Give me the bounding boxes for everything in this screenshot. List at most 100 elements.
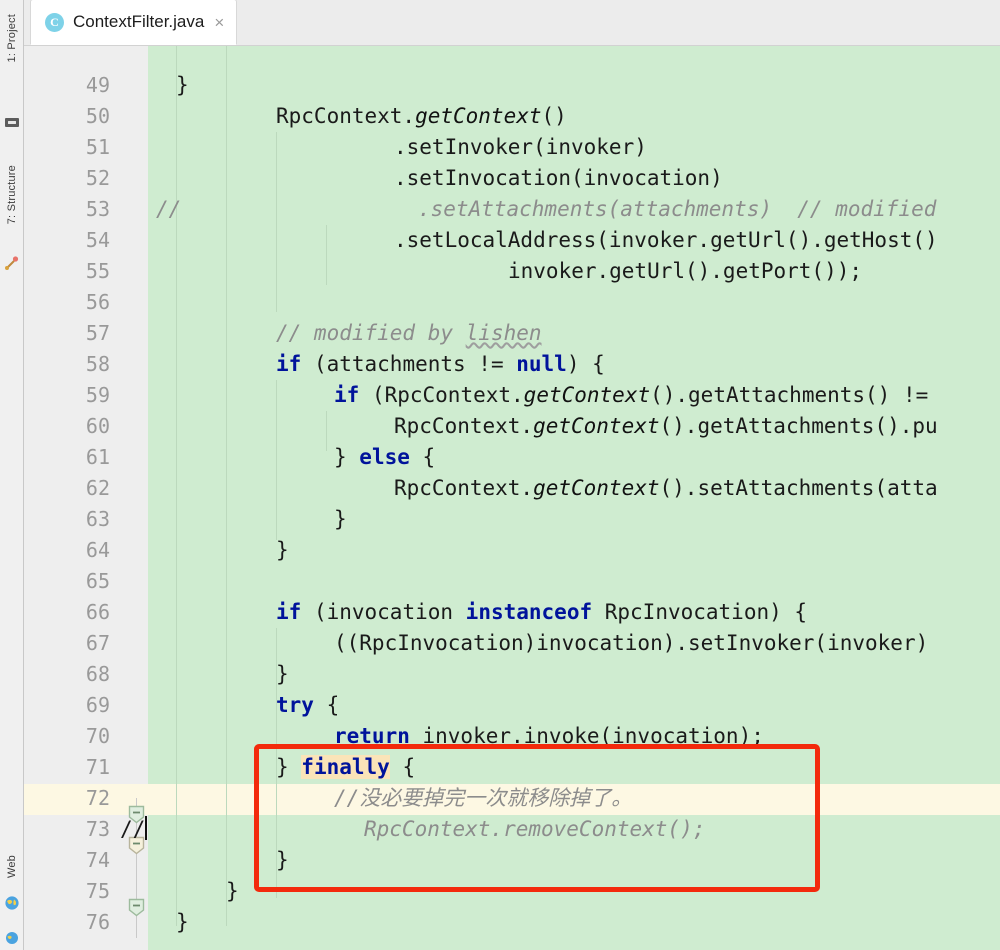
line-number: 64 (85, 538, 110, 562)
web-globe-icon (0, 892, 24, 914)
code-text-area[interactable]: } RpcContext.getContext() .setInvoker(in… (148, 46, 1000, 950)
sidebar-item-structure-label: 7: Structure (6, 165, 18, 225)
line-number: 60 (85, 414, 110, 438)
code-line[interactable]: } (276, 659, 289, 690)
code-line-commented-call[interactable]: RpcContext.removeContext(); (364, 814, 705, 845)
method-name: getContext (523, 383, 651, 407)
line-number: 74 (85, 848, 110, 872)
line-number: 76 (85, 910, 110, 934)
code-line[interactable]: .setInvocation(invocation) (394, 163, 723, 194)
java-class-icon: C (45, 12, 64, 32)
code-line[interactable]: if (attachments != null) { (276, 349, 605, 380)
line-number: 49 (85, 73, 110, 97)
ide-window: 1: Project 7: Structure Web C ContextFil… (0, 0, 1000, 950)
code-line[interactable]: ((RpcInvocation)invocation).setInvoker(i… (334, 628, 928, 659)
tab-title: ContextFilter.java (73, 12, 205, 31)
sidebar-item-web[interactable]: Web (0, 846, 24, 888)
line-number: 55 (85, 259, 110, 283)
line-number: 73 (85, 817, 110, 841)
indent-guide (226, 46, 227, 926)
line-number: 54 (85, 228, 110, 252)
code-line[interactable]: if (RpcContext.getContext().getAttachmen… (334, 380, 928, 411)
line-number: 71 (85, 755, 110, 779)
keyword-if: if (276, 600, 302, 624)
left-tool-window-bar: 1: Project 7: Structure Web (0, 0, 24, 950)
line-number: 63 (85, 507, 110, 531)
code-line[interactable]: } (276, 535, 289, 566)
code-line[interactable]: } else { (334, 442, 435, 473)
line-number: 70 (85, 724, 110, 748)
keyword-if: if (276, 352, 302, 376)
line-number: 51 (85, 135, 110, 159)
keyword-null: null (516, 352, 567, 376)
keyword-else: else (359, 445, 410, 469)
method-name: getContext (533, 414, 660, 438)
code-line-comment[interactable]: // (156, 194, 181, 225)
code-line[interactable]: RpcContext.getContext().getAttachments()… (394, 411, 938, 442)
sidebar-item-project-label: 1: Project (6, 13, 18, 63)
code-line[interactable]: } (176, 907, 189, 938)
indent-guide (326, 225, 327, 285)
fold-collapse-icon[interactable] (128, 898, 145, 917)
editor-column: C ContextFilter.java × 49 50 51 52 53 54… (24, 0, 1000, 950)
line-number: 75 (85, 879, 110, 903)
sidebar-item-project[interactable]: 1: Project (0, 2, 24, 74)
code-line[interactable]: } (276, 845, 289, 876)
code-line[interactable]: try { (276, 690, 339, 721)
keyword-try: try (276, 693, 314, 717)
line-number: 59 (85, 383, 110, 407)
line-number: 72 (85, 786, 110, 810)
code-line[interactable]: RpcContext.getContext() (276, 101, 567, 132)
code-line[interactable]: .setInvoker(invoker) (394, 132, 647, 163)
line-number: 69 (85, 693, 110, 717)
code-line[interactable]: return invoker.invoke(invocation); (334, 721, 764, 752)
method-name: getContext (415, 104, 542, 128)
line-number: 68 (85, 662, 110, 686)
code-line[interactable]: } finally { (276, 752, 415, 783)
code-editor[interactable]: 49 50 51 52 53 54 55 56 57 58 59 60 61 6… (24, 46, 1000, 950)
line-number-gutter: 49 50 51 52 53 54 55 56 57 58 59 60 61 6… (24, 46, 124, 950)
structure-icon (0, 252, 24, 274)
code-line[interactable]: RpcContext.getContext().setAttachments(a… (394, 473, 938, 504)
line-number: 61 (85, 445, 110, 469)
line-number: 52 (85, 166, 110, 190)
commented-line-prefix: // (120, 814, 148, 845)
code-line-comment[interactable]: // modified by lishen (276, 318, 542, 349)
indent-guide (276, 380, 277, 540)
line-number: 62 (85, 476, 110, 500)
line-number: 66 (85, 600, 110, 624)
keyword-instanceof: instanceof (465, 600, 593, 624)
line-number: 50 (85, 104, 110, 128)
text-caret (145, 816, 148, 840)
prefix-slashes-text: // (120, 817, 146, 841)
web-globe-icon-secondary (0, 926, 24, 948)
tab-contextfilter-java[interactable]: C ContextFilter.java × (30, 0, 238, 45)
keyword-finally: finally (301, 755, 390, 779)
keyword-return: return (334, 724, 410, 748)
keyword-if: if (334, 383, 360, 407)
close-icon[interactable]: × (213, 14, 225, 31)
line-number: 58 (85, 352, 110, 376)
sidebar-item-web-label: Web (6, 855, 18, 879)
editor-tab-strip: C ContextFilter.java × (24, 0, 1000, 46)
line-number: 53 (85, 197, 110, 221)
code-line[interactable]: } (226, 876, 239, 907)
code-line[interactable]: } (176, 70, 189, 101)
project-icon (0, 112, 24, 132)
line-number: 56 (85, 290, 110, 314)
code-line[interactable]: if (invocation instanceof RpcInvocation)… (276, 597, 807, 628)
line-number: 65 (85, 569, 110, 593)
indent-guide (326, 411, 327, 451)
code-line[interactable]: } (334, 504, 347, 535)
line-number: 67 (85, 631, 110, 655)
indent-guide (276, 132, 277, 312)
code-line-chinese-comment[interactable]: //没必要掉完一次就移除掉了。 (334, 783, 632, 814)
method-name: getContext (533, 476, 660, 500)
line-number: 57 (85, 321, 110, 345)
indent-guide (176, 46, 177, 926)
spellcheck-word: lishen (465, 321, 542, 345)
code-line[interactable]: .setLocalAddress(invoker.getUrl().getHos… (394, 225, 938, 256)
code-line[interactable]: invoker.getUrl().getPort()); (508, 256, 862, 287)
sidebar-item-structure[interactable]: 7: Structure (0, 150, 24, 240)
code-line-comment[interactable]: .setAttachments(attachments) // modified (418, 194, 936, 225)
